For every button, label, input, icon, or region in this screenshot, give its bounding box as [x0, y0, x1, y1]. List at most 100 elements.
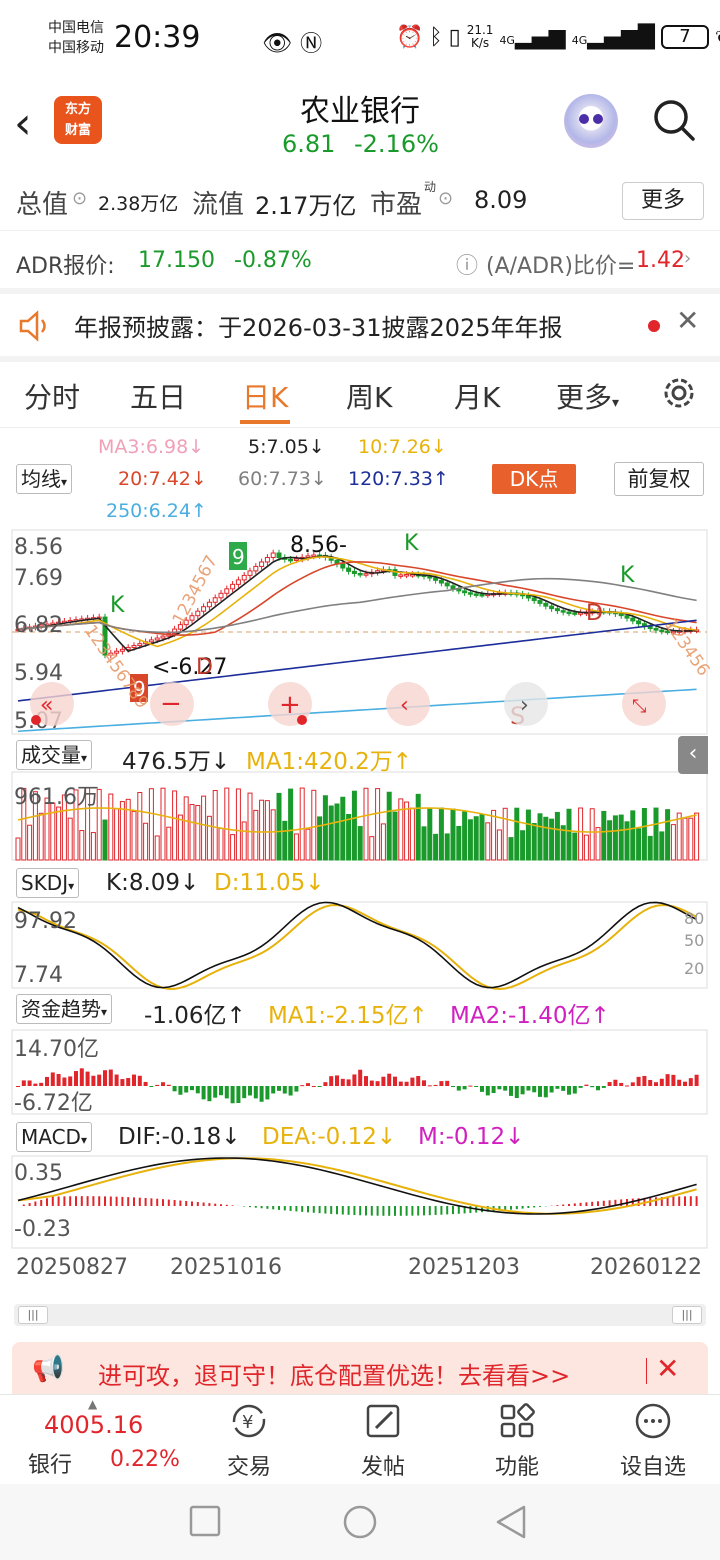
volume-bar [473, 816, 479, 861]
volume-bar [380, 823, 386, 861]
home-icon[interactable] [342, 1504, 378, 1540]
fund-ma2: MA2:-1.40亿↑ [450, 1003, 610, 1029]
fund-bar [352, 1074, 357, 1086]
skdj-select[interactable]: SKDJ▾ [16, 868, 80, 898]
scroll-handle-right[interactable]: ||| [672, 1306, 702, 1324]
ma250-value: 250:6.24↑ [106, 500, 207, 522]
fund-bar [659, 1078, 664, 1086]
volume-bar [502, 807, 508, 861]
volume-bar [79, 830, 85, 861]
fund-bar [677, 1079, 682, 1086]
fund-bar [654, 1082, 658, 1086]
fund-bar [166, 1084, 171, 1086]
promo-banner[interactable]: 📢 进可攻，退可守！底仓配置优选！去看看>> ✕ [12, 1342, 708, 1400]
td-sequence-2: 1234567 [169, 552, 222, 628]
candle-body [554, 608, 560, 612]
tab-intraday[interactable]: 分时 [24, 376, 80, 416]
macd-dea-line [17, 1157, 697, 1215]
recent-apps-icon[interactable] [188, 1504, 222, 1538]
volume-bar [549, 818, 555, 861]
more-info-button[interactable]: 更多 [622, 182, 704, 220]
d-mark-1: D [196, 655, 213, 680]
nav-post[interactable]: 发帖 [338, 1401, 428, 1481]
fund-bar [607, 1082, 612, 1086]
tab-monthly-k[interactable]: 月K [454, 376, 500, 416]
fund-bar [155, 1084, 160, 1086]
nav-add-watchlist-label: 设自选 [619, 1455, 686, 1480]
carrier-info: 中国电信 中国移动 [48, 18, 104, 58]
candle-body [450, 585, 456, 590]
fund-bar [103, 1070, 107, 1086]
gear-icon[interactable] [660, 374, 698, 412]
stock-price: 6.81 [282, 130, 336, 158]
fund-bar [201, 1086, 206, 1100]
volume-bar [438, 807, 444, 861]
volume-bar [125, 798, 131, 861]
fund-bar [259, 1086, 264, 1102]
fund-bar [422, 1080, 426, 1086]
back-nav-icon[interactable] [494, 1504, 528, 1540]
macd-select[interactable]: MACD▾ [16, 1122, 92, 1152]
kline-chart[interactable]: 8.56 7.69 6.82 5.94 5.07 8.56- <-6.27 K … [0, 526, 720, 1306]
tab-daily-k[interactable]: 日K [242, 376, 288, 416]
volume-bar [462, 811, 468, 861]
close-icon[interactable]: ✕ [676, 304, 699, 337]
adr-label: ADR报价: [16, 254, 115, 279]
fund-trend-select[interactable]: 资金趋势▾ [16, 994, 113, 1024]
nav-add-watchlist[interactable]: 设自选 [608, 1401, 698, 1481]
nav-functions[interactable]: 功能 [472, 1401, 562, 1481]
adjustment-button[interactable]: 前复权 [614, 462, 704, 496]
period-tabs: 分时 五日 日K 周K 月K 更多▾ [0, 362, 720, 428]
candle-body [636, 620, 642, 625]
date-label-1: 20250827 [16, 1255, 128, 1280]
candle-body [212, 597, 218, 603]
volume-bar [415, 793, 421, 861]
ma-select[interactable]: 均线▾ [16, 464, 73, 494]
fund-bar [126, 1077, 131, 1086]
fund-bar [642, 1075, 647, 1086]
volume-bar [102, 819, 108, 861]
volume-bar [444, 833, 450, 861]
chevron-right-icon[interactable]: › [684, 248, 691, 269]
info-dot-icon[interactable]: ⊙ [72, 188, 87, 209]
chart-scrollbar[interactable]: ||| ||| [14, 1304, 706, 1326]
float-value-label: 流值 [192, 190, 245, 220]
dk-point-button[interactable]: DK点 [492, 464, 576, 494]
total-value-label: 总值 [16, 190, 69, 220]
status-bar: 中国电信 中国移动 20:39 👁 Ⓝ ⏰ ᛒ ▯ 21.1 K/s 4G▂▄▆… [0, 0, 720, 80]
scroll-handle-left[interactable]: ||| [18, 1306, 48, 1324]
date-label-2: 20251016 [170, 1255, 282, 1280]
high-marker: 8.56- [290, 533, 347, 558]
fund-bar [398, 1081, 403, 1086]
assistant-robot-icon[interactable] [564, 94, 618, 148]
tab-weekly-k[interactable]: 周K [346, 376, 392, 416]
megaphone-icon: 📢 [32, 1354, 65, 1384]
fund-bar [346, 1079, 351, 1086]
pe-label: 市盈 [370, 190, 423, 220]
caret-down-icon: ▾ [101, 1005, 108, 1019]
nav-trade[interactable]: ¥ 交易 [204, 1401, 294, 1481]
fund-bar [329, 1076, 334, 1086]
help-icon[interactable]: ⓘ [456, 248, 478, 280]
tab-more[interactable]: 更多▾ [556, 376, 619, 416]
skdj-level-80: 80 [684, 909, 704, 928]
volume-bar [659, 831, 665, 861]
candle-body [131, 645, 137, 648]
fund-bar [578, 1086, 583, 1088]
candle-body [363, 573, 369, 576]
candle-body [653, 628, 659, 631]
announcement-bar[interactable]: 年报预披露：于2026-03-31披露2025年年报 ✕ [0, 296, 720, 356]
close-icon[interactable]: ✕ [656, 1352, 679, 1385]
fund-bar [253, 1086, 258, 1099]
volume-bar [653, 807, 659, 861]
volume-select[interactable]: 成交量▾ [16, 740, 93, 770]
net-speed-value: 21.1 [466, 23, 494, 37]
fund-select-label: 资金趋势 [21, 997, 101, 1021]
collapse-side-button[interactable]: ‹ [678, 736, 708, 774]
volume-bar [189, 803, 195, 861]
pe-info-icon[interactable]: ⊙ [438, 188, 453, 209]
index-value: 4005.16 [44, 1411, 144, 1439]
fund-value: -1.06亿↑ [144, 1003, 246, 1029]
tab-five-day[interactable]: 五日 [130, 376, 186, 416]
search-icon[interactable] [652, 98, 696, 142]
